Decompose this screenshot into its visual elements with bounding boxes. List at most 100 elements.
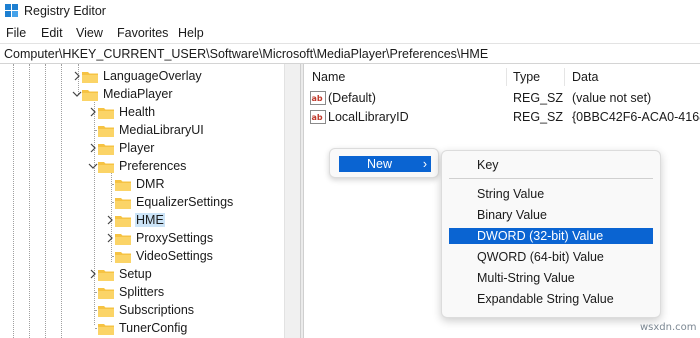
tree-node-label: MediaLibraryUI <box>119 123 204 137</box>
submenu-item-expandable-string-value[interactable]: Expandable String Value <box>449 291 653 307</box>
tree-node-label: HME <box>135 213 165 227</box>
submenu-item-label: String Value <box>477 187 545 201</box>
chevron-down-icon[interactable] <box>72 89 82 99</box>
tree-node-player[interactable]: Player <box>88 139 155 157</box>
tree-node-dmr[interactable]: DMR <box>105 175 165 193</box>
tree-node-label: Subscriptions <box>119 303 195 317</box>
column-header-data[interactable]: Data <box>572 70 598 84</box>
tree-node-subscriptions[interactable]: Subscriptions <box>88 301 195 319</box>
tree-node-proxysettings[interactable]: ProxySettings <box>105 229 214 247</box>
submenu-item-label: Key <box>477 158 499 172</box>
submenu-item-string-value[interactable]: String Value <box>449 186 653 202</box>
submenu-item-label: Binary Value <box>477 208 547 222</box>
tree-node-label: Health <box>119 105 156 119</box>
folder-icon <box>98 269 114 281</box>
menu-view[interactable]: View <box>76 26 103 40</box>
registry-editor-icon <box>5 4 18 17</box>
tree-node-label: Player <box>119 141 155 155</box>
submenu-arrow-icon: › <box>422 157 427 171</box>
column-header-name[interactable]: Name <box>312 70 345 84</box>
address-bar[interactable]: Computer\HKEY_CURRENT_USER\Software\Micr… <box>0 43 700 64</box>
tree-node-label: ProxySettings <box>136 231 214 245</box>
folder-icon <box>98 287 114 299</box>
folder-icon <box>115 179 131 191</box>
chevron-right-icon[interactable] <box>72 71 82 81</box>
folder-icon <box>115 197 131 209</box>
title-bar: Registry Editor <box>0 0 700 22</box>
submenu-item-label: Multi-String Value <box>477 271 575 285</box>
submenu-item-binary-value[interactable]: Binary Value <box>449 207 653 223</box>
chevron-right-icon[interactable] <box>105 233 115 243</box>
tree-node-health[interactable]: Health <box>88 103 156 121</box>
new-submenu: Key String Value Binary Value DWORD (32-… <box>441 150 661 318</box>
tree-node-videosettings[interactable]: VideoSettings <box>105 247 214 265</box>
watermark: wsxdn.com <box>640 322 697 333</box>
value-row[interactable]: ab (Default) REG_SZ (value not set) <box>310 89 700 107</box>
tree-node-label: Splitters <box>119 285 165 299</box>
tree-node-label: MediaPlayer <box>103 87 173 101</box>
folder-icon <box>82 71 98 83</box>
menu-separator <box>449 178 653 179</box>
tree-node-medialibraryui[interactable]: MediaLibraryUI <box>88 121 205 139</box>
tree-node-label: LanguageOverlay <box>103 69 202 83</box>
tree-node-tunerconfig[interactable]: TunerConfig <box>88 319 188 337</box>
tree-node-mediaplayer[interactable]: MediaPlayer <box>72 85 173 103</box>
tree-node-label: Preferences <box>119 159 187 173</box>
address-path[interactable]: Computer\HKEY_CURRENT_USER\Software\Micr… <box>4 47 488 61</box>
folder-open-icon <box>82 89 98 101</box>
menu-favorites[interactable]: Favorites <box>117 26 168 40</box>
submenu-item-label: DWORD (32-bit) Value <box>477 229 604 243</box>
value-name: LocalLibraryID <box>328 110 409 124</box>
chevron-right-icon[interactable] <box>88 107 98 117</box>
submenu-item-label: Expandable String Value <box>477 292 614 306</box>
folder-icon <box>98 323 114 335</box>
tree-node-equalizersettings[interactable]: EqualizerSettings <box>105 193 234 211</box>
tree-node-splitters[interactable]: Splitters <box>88 283 165 301</box>
folder-icon <box>98 125 114 137</box>
menu-edit[interactable]: Edit <box>41 26 63 40</box>
chevron-right-icon[interactable] <box>88 143 98 153</box>
window-title: Registry Editor <box>24 4 106 18</box>
key-tree[interactable]: LanguageOverlay MediaPlayer Health Media… <box>0 64 300 338</box>
submenu-item-key[interactable]: Key <box>449 157 653 173</box>
folder-icon <box>115 215 131 227</box>
menu-file[interactable]: File <box>6 26 26 40</box>
new-menu-label: New <box>367 157 393 171</box>
menu-help[interactable]: Help <box>178 26 204 40</box>
tree-node-hme[interactable]: HME <box>105 211 165 229</box>
value-type: REG_SZ <box>513 91 564 105</box>
submenu-item-label: QWORD (64-bit) Value <box>477 250 604 264</box>
chevron-right-icon[interactable] <box>105 215 115 225</box>
tree-node-languageoverlay[interactable]: LanguageOverlay <box>72 67 203 85</box>
tree-node-label: TunerConfig <box>119 321 188 335</box>
svg-text:ab: ab <box>312 113 323 122</box>
submenu-item-qword-value[interactable]: QWORD (64-bit) Value <box>449 249 653 265</box>
submenu-item-multi-string-value[interactable]: Multi-String Value <box>449 270 653 286</box>
folder-open-icon <box>98 161 114 173</box>
svg-text:ab: ab <box>312 94 323 103</box>
folder-icon <box>98 305 114 317</box>
new-menu-item[interactable]: New › <box>339 156 431 172</box>
folder-icon <box>98 143 114 155</box>
tree-node-label: VideoSettings <box>136 249 213 263</box>
value-data: (value not set) <box>572 91 652 105</box>
context-menu: New › <box>329 148 439 178</box>
chevron-down-icon[interactable] <box>88 161 98 171</box>
tree-node-setup[interactable]: Setup <box>88 265 153 283</box>
value-data: {0BBC42F6-ACA0-4168- <box>572 110 700 124</box>
tree-scrollbar[interactable] <box>284 64 300 338</box>
tree-node-label: DMR <box>136 177 165 191</box>
tree-node-label: EqualizerSettings <box>136 195 234 209</box>
folder-icon <box>115 251 131 263</box>
tree-node-label: Setup <box>119 267 152 281</box>
menu-bar: File Edit View Favorites Help <box>0 23 700 43</box>
value-name: (Default) <box>328 91 376 105</box>
folder-icon <box>98 107 114 119</box>
value-row[interactable]: ab LocalLibraryID REG_SZ {0BBC42F6-ACA0-… <box>310 108 700 126</box>
string-value-icon: ab <box>310 91 326 105</box>
tree-node-preferences[interactable]: Preferences <box>88 157 187 175</box>
chevron-right-icon[interactable] <box>88 269 98 279</box>
column-header-type[interactable]: Type <box>513 70 540 84</box>
submenu-item-dword-value[interactable]: DWORD (32-bit) Value <box>449 228 653 244</box>
value-type: REG_SZ <box>513 110 564 124</box>
